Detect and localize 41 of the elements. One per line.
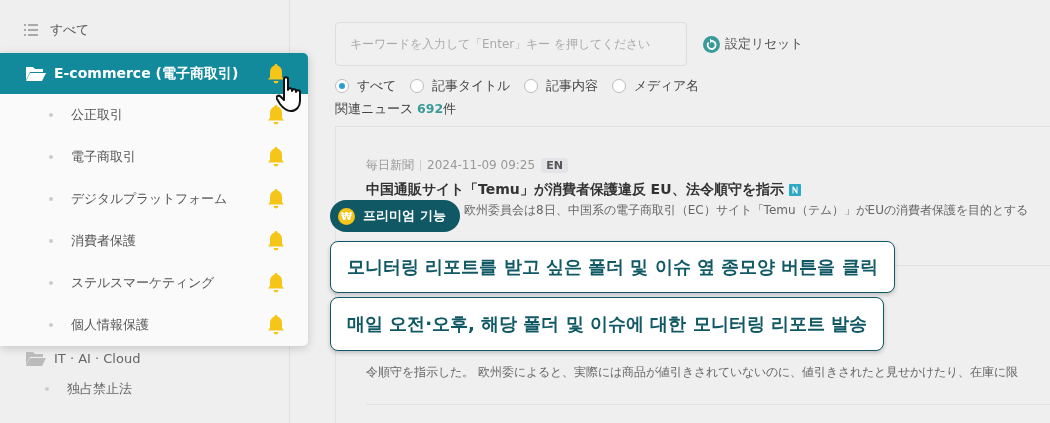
- reset-icon: [703, 35, 720, 53]
- topic-item[interactable]: デジタルプラットフォーム: [0, 178, 308, 220]
- topic-item[interactable]: ステルスマーケティング: [0, 262, 308, 304]
- folder-icon: [26, 350, 46, 366]
- tooltip-callout: 매일 오전·오후, 해당 폴더 및 이슈에 대한 모니터링 리포트 발송: [330, 297, 885, 351]
- radio-option[interactable]: 記事タイトル: [410, 77, 510, 95]
- news-title[interactable]: 中国通販サイト「Temu」が消費者保護違反 EU、法令順守を指示: [366, 181, 784, 199]
- radio-option[interactable]: 記事内容: [524, 77, 598, 95]
- folder-item[interactable]: E-commerce (電子商取引): [0, 53, 308, 94]
- folder-item[interactable]: IT · AI · Cloud: [0, 346, 290, 370]
- tooltip-callout: 모니터링 리포트를 받고 싶은 폴더 및 이슈 옆 종모양 버튼을 클릭: [330, 241, 895, 293]
- new-badge-icon: [788, 184, 801, 196]
- topic-item[interactable]: 個人情報保護: [0, 304, 308, 346]
- coin-icon: ₩: [338, 207, 355, 225]
- bullet-icon: [49, 281, 53, 285]
- badge-label: 프리미엄 기능: [363, 207, 446, 225]
- result-count: 関連ニュース 692件: [335, 101, 458, 118]
- news-source: 毎日新聞: [366, 156, 414, 174]
- bell-icon[interactable]: [267, 63, 285, 84]
- news-excerpt: 欧州委員会は8日、中国系の電子商取引（EC）サイト「Temu（テム）」がEUの消費者保護を目的とする: [464, 202, 1029, 219]
- news-date: 2024-11-09 09:25: [427, 158, 536, 172]
- news-excerpt: 令順守を指示した。 欧州委によると、実際には商品が値引きされていないのに、値引きされたと見せかけたり、在庫に限: [366, 364, 1019, 381]
- bullet-icon: [45, 387, 49, 391]
- language-tag: EN: [541, 157, 568, 173]
- sidebar-item[interactable]: すべて: [50, 21, 89, 39]
- bell-icon[interactable]: [267, 105, 285, 125]
- bullet-icon: [49, 113, 53, 117]
- topic-item[interactable]: 消費者保護: [0, 220, 308, 262]
- folder-icon: [26, 66, 46, 81]
- topic-item[interactable]: 独占禁止法: [0, 370, 290, 408]
- topic-item[interactable]: 公正取引: [0, 94, 308, 136]
- search-field[interactable]: キーワードを入力して「Enter」キー を押してください: [335, 22, 687, 66]
- bullet-icon: [49, 239, 53, 243]
- list-icon: [24, 24, 38, 36]
- topic-item[interactable]: 電子商取引: [0, 136, 308, 178]
- reset-button[interactable]: 設定リセット: [703, 35, 803, 53]
- bullet-icon: [49, 197, 53, 201]
- radio-option[interactable]: すべて: [335, 77, 396, 95]
- bullet-icon: [49, 323, 53, 327]
- radio-option[interactable]: メディア名: [612, 77, 699, 95]
- bullet-icon: [49, 155, 53, 159]
